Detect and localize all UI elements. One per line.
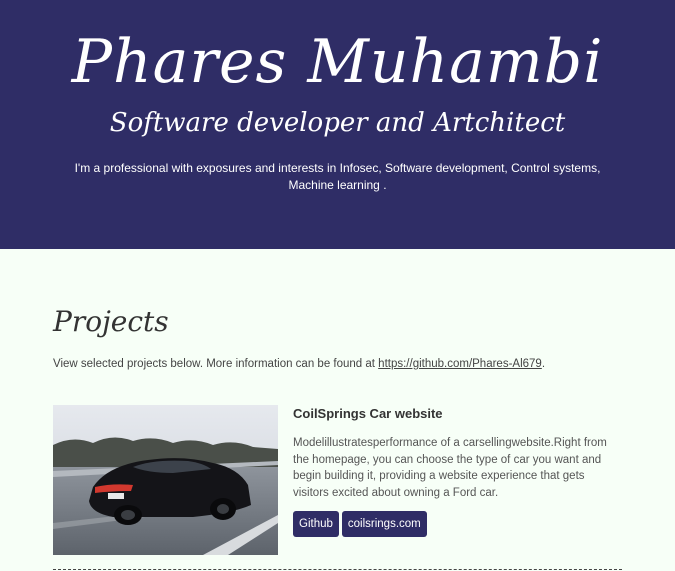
project-title: CoilSprings Car website	[293, 406, 443, 421]
main-content: Projects View selected projects below. M…	[0, 305, 675, 555]
website-button[interactable]: coilsrings.com	[341, 511, 427, 537]
project-card: CoilSprings Car website Modelillustrates…	[53, 405, 622, 555]
github-profile-link[interactable]: https://github.com/Phares-Al679	[378, 358, 542, 370]
hero-bio: I'm a professional with exposures and in…	[74, 161, 601, 192]
projects-intro-suffix: .	[541, 358, 546, 370]
hero-role: Software developer and Artchitect	[109, 108, 566, 138]
project-thumbnail	[53, 405, 278, 555]
projects-intro: View selected projects below. More infor…	[53, 357, 622, 371]
section-divider	[53, 569, 622, 570]
projects-intro-text: View selected projects below. More infor…	[53, 358, 379, 370]
project-info: CoilSprings Car website Modelillustrates…	[293, 405, 622, 537]
hero-name: Phares Muhambi	[71, 27, 604, 97]
github-button[interactable]: Github	[293, 511, 339, 537]
car-photo-image	[53, 405, 278, 555]
project-description: Modelillustratesperformance of a carsell…	[293, 437, 607, 499]
project-buttons: Github coilsrings.com	[293, 511, 622, 537]
projects-title: Projects	[53, 305, 169, 338]
hero-banner: Phares Muhambi Software developer and Ar…	[0, 0, 675, 249]
